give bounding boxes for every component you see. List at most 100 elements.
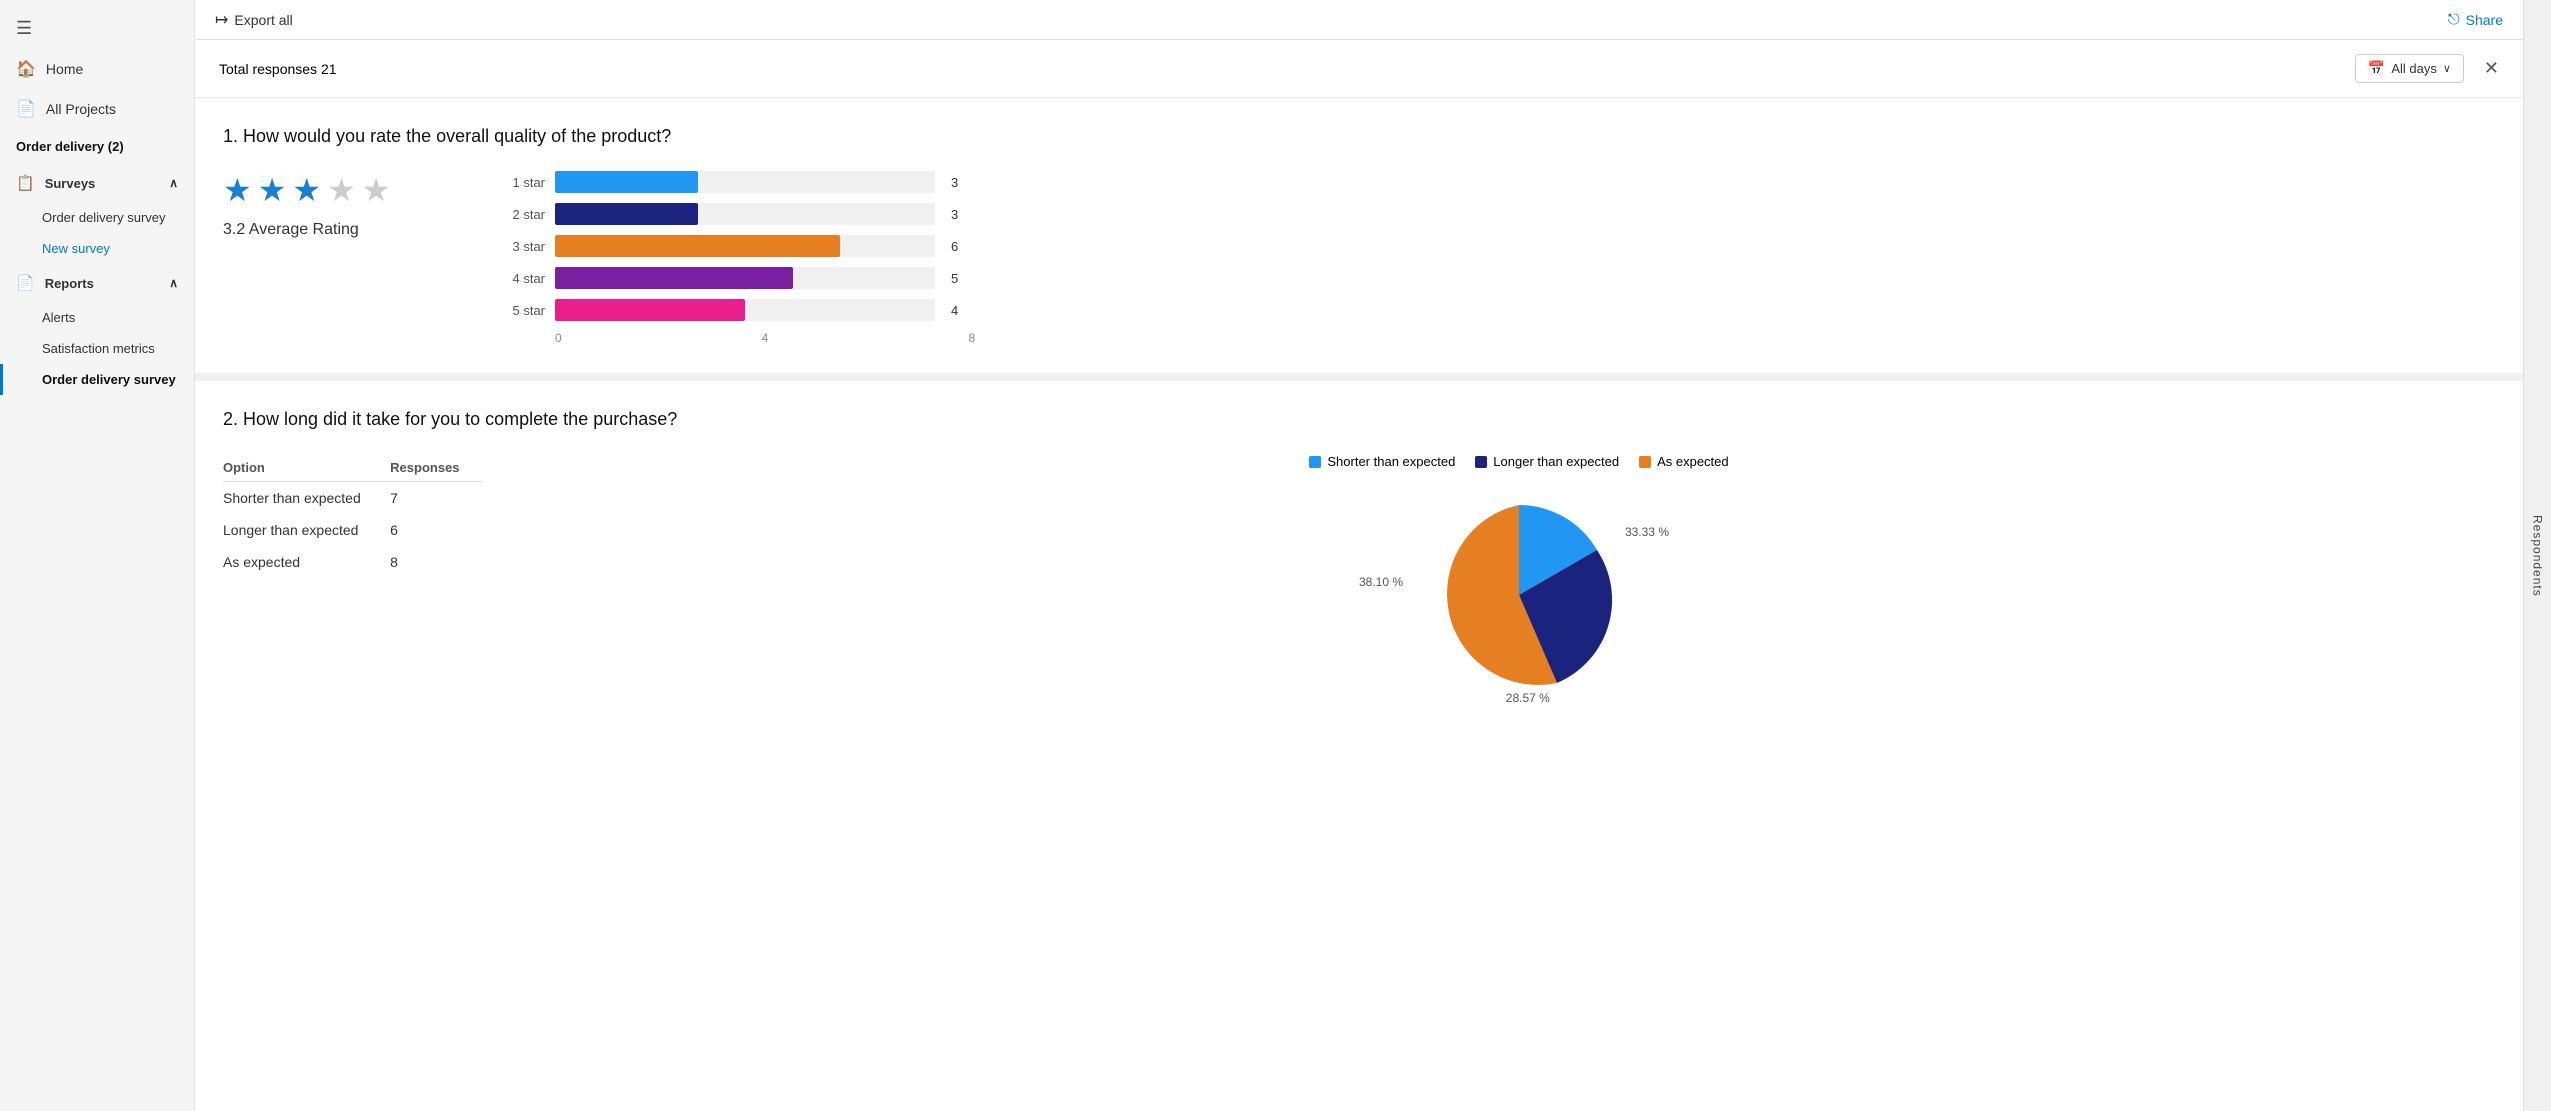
respondents-tab[interactable]: Respondents: [2523, 0, 2551, 1111]
bar-fill-3: [555, 267, 793, 289]
sidebar-order-delivery-survey[interactable]: Order delivery survey: [0, 202, 194, 233]
bar-track-3: [555, 267, 935, 289]
close-button[interactable]: ✕: [2484, 58, 2499, 79]
cell-option-2: As expected: [223, 546, 390, 578]
table-row-0: Shorter than expected 7: [223, 482, 483, 515]
table-row-2: As expected 8: [223, 546, 483, 578]
cell-option-1: Longer than expected: [223, 514, 390, 546]
star-4: ★: [327, 171, 356, 209]
pie-chart-area: Shorter than expected Longer than expect…: [543, 454, 2495, 705]
pie-label-shorter: 33.33 %: [1625, 525, 1669, 539]
col-option: Option: [223, 454, 390, 482]
bar-track-0: [555, 171, 935, 193]
share-icon: ⎋: [2448, 11, 2460, 28]
sidebar-alerts[interactable]: Alerts: [0, 302, 194, 333]
export-all-button[interactable]: ↦ Export all: [215, 10, 293, 30]
question-1-title: 1. How would you rate the overall qualit…: [223, 126, 2495, 147]
pie-label-longer: 28.57 %: [1506, 691, 1550, 705]
legend-shorter: Shorter than expected: [1309, 454, 1455, 469]
table-area: Option Responses Shorter than expected 7…: [223, 454, 483, 578]
cell-responses-2: 8: [390, 546, 483, 578]
reports-label: Reports: [45, 276, 94, 291]
average-rating-label: 3.2 Average Rating: [223, 221, 359, 239]
calendar-icon: 📅: [2368, 60, 2385, 77]
bar-label-1: 2 star: [503, 207, 545, 222]
sidebar-satisfaction-metrics[interactable]: Satisfaction metrics: [0, 333, 194, 364]
bar-row-1: 2 star 3: [503, 203, 1063, 225]
bar-axis: 0 4 8: [555, 331, 975, 345]
sidebar-item-home[interactable]: 🏠 Home: [0, 49, 194, 89]
bar-fill-2: [555, 235, 840, 257]
star-3: ★: [292, 171, 321, 209]
legend-dot-as-expected: [1639, 456, 1651, 468]
sidebar-item-all-projects[interactable]: 📄 All Projects: [0, 89, 194, 129]
question-2-section: 2. How long did it take for you to compl…: [195, 381, 2523, 733]
bar-track-2: [555, 235, 935, 257]
bar-value-4: 4: [951, 303, 958, 318]
bar-row-3: 4 star 5: [503, 267, 1063, 289]
bar-label-3: 4 star: [503, 271, 545, 286]
surveys-chevron-icon: ∧: [169, 176, 178, 190]
bar-value-1: 3: [951, 207, 958, 222]
cell-responses-1: 6: [390, 514, 483, 546]
cell-option-0: Shorter than expected: [223, 482, 390, 515]
bar-track-4: [555, 299, 935, 321]
responses-table: Option Responses Shorter than expected 7…: [223, 454, 483, 578]
bar-label-2: 3 star: [503, 239, 545, 254]
bar-fill-0: [555, 171, 698, 193]
reports-chevron-icon: ∧: [169, 276, 178, 290]
legend-label-longer: Longer than expected: [1493, 454, 1619, 469]
sidebar: ☰ 🏠 Home 📄 All Projects Order delivery (…: [0, 0, 195, 1111]
all-days-label: All days: [2391, 61, 2437, 76]
sidebar-new-survey[interactable]: New survey: [0, 233, 194, 264]
star-2: ★: [258, 171, 287, 209]
export-icon: ↦: [215, 10, 228, 30]
axis-8: 8: [968, 331, 975, 345]
home-icon: 🏠: [16, 59, 36, 79]
dropdown-chevron-icon: ∨: [2443, 62, 2451, 75]
star-1: ★: [223, 171, 252, 209]
reports-icon: 📄: [16, 274, 35, 292]
q1-content: ★ ★ ★ ★ ★ 3.2 Average Rating 1 star 3: [223, 171, 2495, 345]
legend-label-as-expected: As expected: [1657, 454, 1729, 469]
cell-responses-0: 7: [390, 482, 483, 515]
surveys-label: Surveys: [45, 176, 96, 191]
sidebar-group-title: Order delivery (2): [0, 129, 194, 164]
bar-value-2: 6: [951, 239, 958, 254]
table-body: Shorter than expected 7 Longer than expe…: [223, 482, 483, 579]
question-1-section: 1. How would you rate the overall qualit…: [195, 98, 2523, 381]
sidebar-order-delivery-survey-report[interactable]: Order delivery survey: [0, 364, 194, 395]
all-days-filter[interactable]: 📅 All days ∨: [2355, 54, 2464, 83]
sidebar-projects-label: All Projects: [46, 101, 116, 117]
bar-label-0: 1 star: [503, 175, 545, 190]
axis-0: 0: [555, 331, 562, 345]
hamburger-menu-icon[interactable]: ☰: [0, 8, 194, 49]
main-content-area: ↦ Export all ⎋ Share Total responses 21 …: [195, 0, 2523, 1111]
content-header: Total responses 21 📅 All days ∨ ✕: [195, 40, 2523, 98]
main-toolbar: ↦ Export all ⎋ Share: [195, 0, 2523, 40]
bar-value-0: 3: [951, 175, 958, 190]
share-button[interactable]: ⎋ Share: [2448, 11, 2503, 28]
legend-as-expected: As expected: [1639, 454, 1729, 469]
total-responses: Total responses 21: [219, 61, 337, 77]
bar-fill-4: [555, 299, 745, 321]
bar-row-4: 5 star 4: [503, 299, 1063, 321]
reports-section-header[interactable]: 📄 Reports ∧: [0, 264, 194, 302]
bar-track-1: [555, 203, 935, 225]
bar-label-4: 5 star: [503, 303, 545, 318]
question-2-title: 2. How long did it take for you to compl…: [223, 409, 2495, 430]
legend-dot-longer: [1475, 456, 1487, 468]
pie-legend: Shorter than expected Longer than expect…: [1309, 454, 1728, 469]
surveys-section-header[interactable]: 📋 Surveys ∧: [0, 164, 194, 202]
col-responses: Responses: [390, 454, 483, 482]
pie-label-as-expected: 38.10 %: [1359, 575, 1403, 589]
star-5: ★: [362, 171, 391, 209]
projects-icon: 📄: [16, 99, 36, 119]
legend-dot-shorter: [1309, 456, 1321, 468]
q2-content: Option Responses Shorter than expected 7…: [223, 454, 2495, 705]
stars-display: ★ ★ ★ ★ ★: [223, 171, 390, 209]
star-rating-area: ★ ★ ★ ★ ★ 3.2 Average Rating: [223, 171, 443, 239]
bar-chart-rows: 1 star 3 2 star 3 3 star 6 4 star 5 5 st: [503, 171, 1063, 321]
bar-row-2: 3 star 6: [503, 235, 1063, 257]
pie-chart-svg: [1419, 495, 1619, 695]
